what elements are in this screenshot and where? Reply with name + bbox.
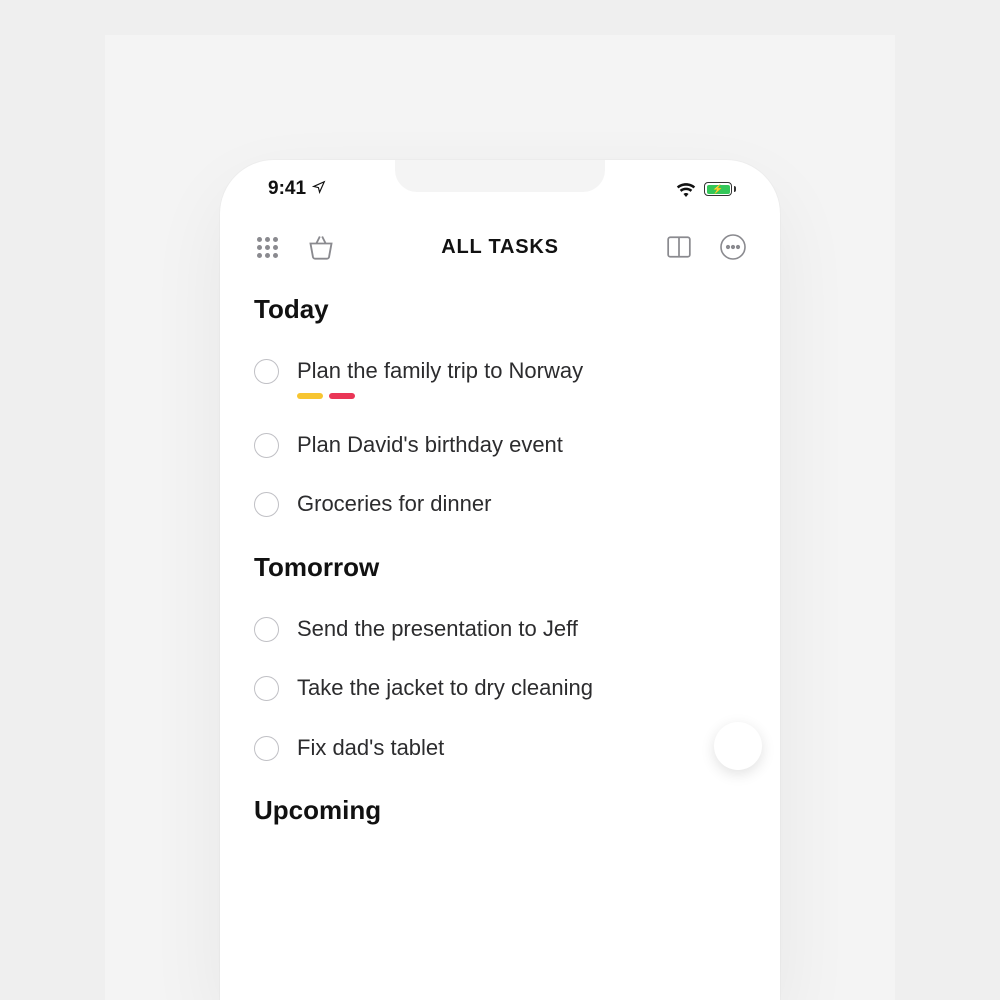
task-tags	[297, 393, 583, 399]
task-label: Fix dad's tablet	[297, 734, 444, 762]
task-list: Today Plan the family trip to Norway Pla…	[220, 274, 780, 826]
tag-red-icon	[329, 393, 355, 399]
task-row[interactable]: Plan David's birthday event	[254, 415, 746, 475]
task-checkbox[interactable]	[254, 676, 279, 701]
task-label: Groceries for dinner	[297, 490, 491, 518]
task-label: Plan David's birthday event	[297, 431, 563, 459]
device-notch	[395, 160, 605, 192]
grid-icon[interactable]	[252, 232, 282, 262]
status-time: 9:41	[268, 178, 306, 200]
location-arrow-icon	[312, 178, 326, 200]
columns-icon[interactable]	[664, 232, 694, 262]
nav-bar: ALL TASKS	[220, 218, 780, 274]
status-right: ⚡	[676, 182, 736, 197]
task-row[interactable]: Plan the family trip to Norway	[254, 341, 746, 415]
task-checkbox[interactable]	[254, 359, 279, 384]
task-label: Send the presentation to Jeff	[297, 615, 578, 643]
task-checkbox[interactable]	[254, 736, 279, 761]
basket-icon[interactable]	[306, 232, 336, 262]
task-row[interactable]: Groceries for dinner	[254, 474, 746, 534]
task-row[interactable]: Send the presentation to Jeff	[254, 599, 746, 659]
section-title-upcoming: Upcoming	[254, 795, 746, 826]
backdrop: 9:41 ⚡	[105, 35, 895, 1000]
task-label: Take the jacket to dry cleaning	[297, 674, 593, 702]
page-title: ALL TASKS	[441, 236, 559, 259]
task-row[interactable]: Take the jacket to dry cleaning	[254, 658, 746, 718]
task-checkbox[interactable]	[254, 433, 279, 458]
battery-charging-icon: ⚡	[704, 182, 736, 196]
task-checkbox[interactable]	[254, 492, 279, 517]
wifi-icon	[676, 182, 696, 197]
task-label: Plan the family trip to Norway	[297, 357, 583, 385]
status-left: 9:41	[268, 178, 326, 200]
tag-yellow-icon	[297, 393, 323, 399]
phone-frame: 9:41 ⚡	[220, 160, 780, 1000]
section-title-today: Today	[254, 294, 746, 325]
task-checkbox[interactable]	[254, 617, 279, 642]
floating-action-button[interactable]	[714, 722, 762, 770]
section-title-tomorrow: Tomorrow	[254, 552, 746, 583]
more-icon[interactable]	[718, 232, 748, 262]
task-row[interactable]: Fix dad's tablet	[254, 718, 746, 778]
